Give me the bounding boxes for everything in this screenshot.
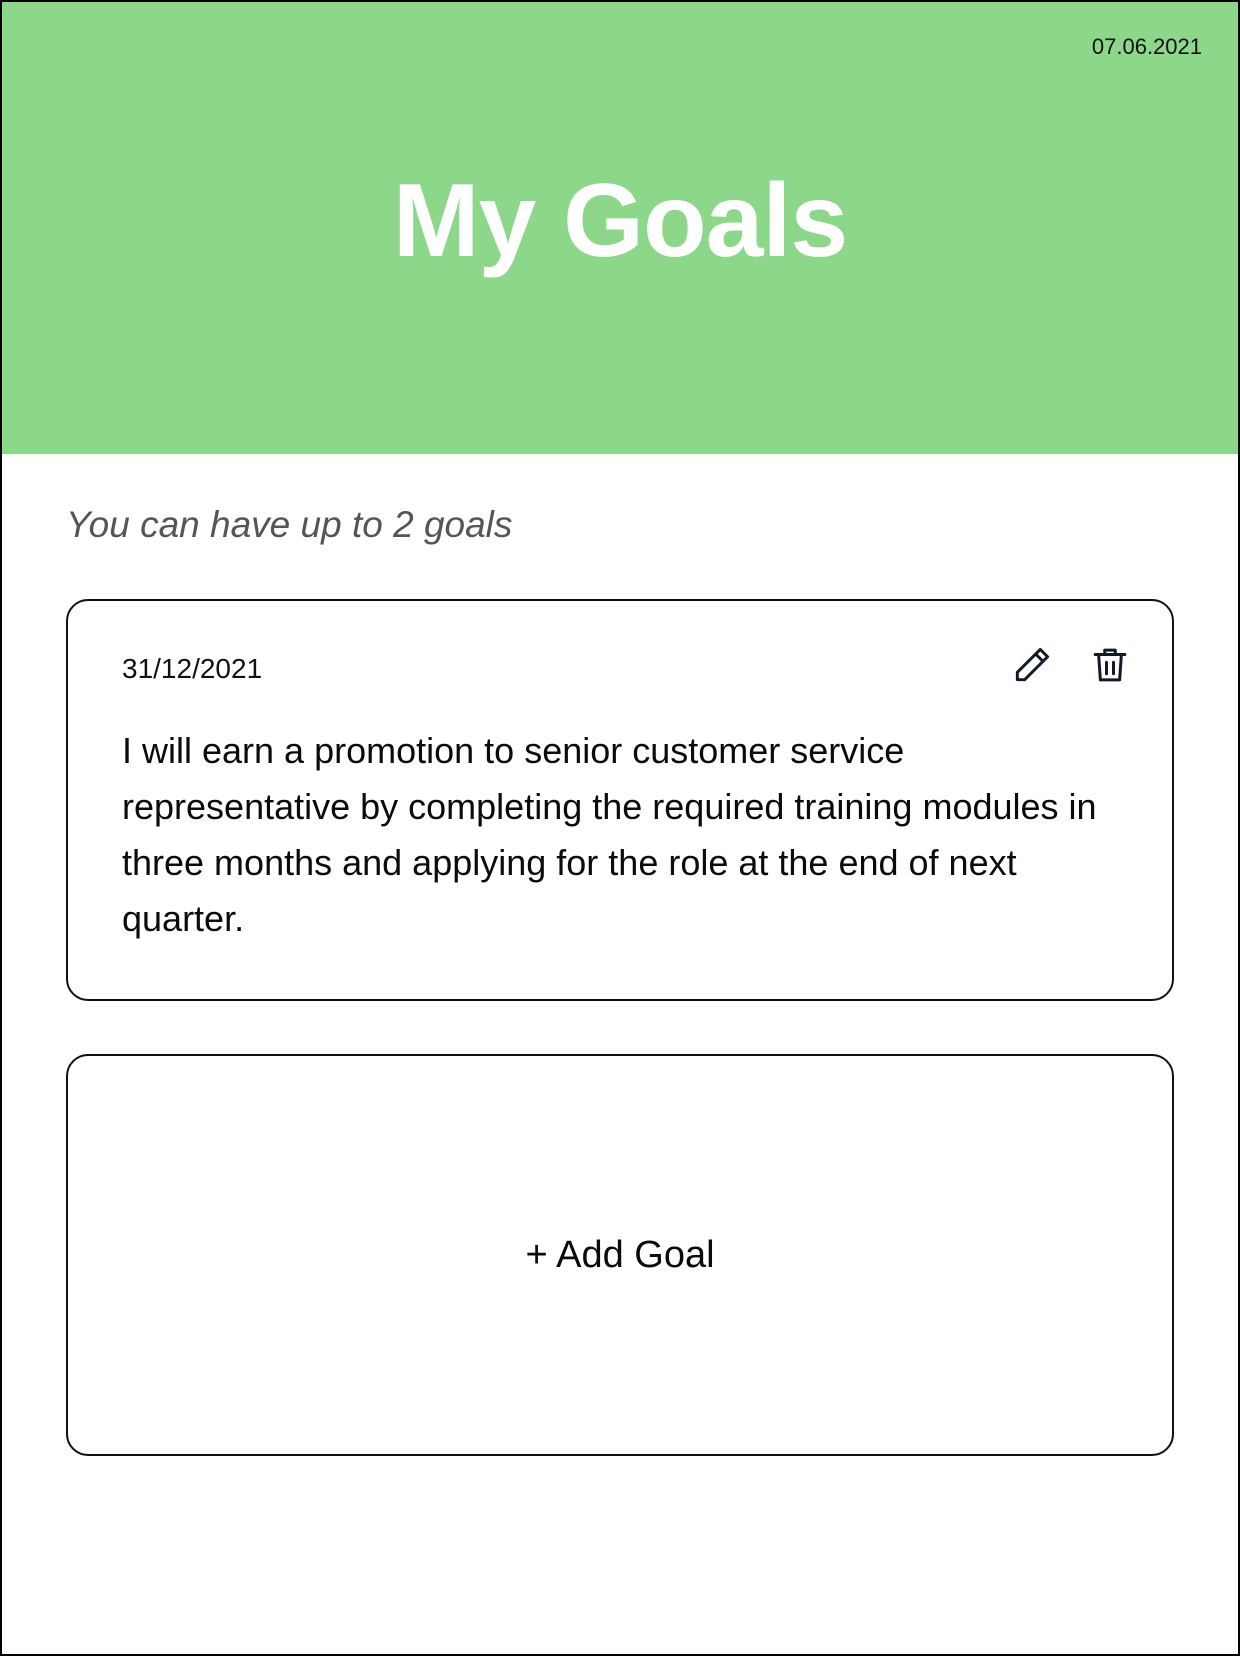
- pencil-icon: [1015, 647, 1050, 682]
- goal-card: 31/12/2021 I will earn a promotion to se…: [66, 599, 1174, 1001]
- current-date: 07.06.2021: [1091, 34, 1202, 59]
- edit-goal-button[interactable]: [1008, 641, 1056, 689]
- app-screen: 07.06.2021 My Goals You can have up to 2…: [0, 0, 1240, 1656]
- trash-icon: [1093, 648, 1127, 682]
- add-goal-label: + Add Goal: [525, 1233, 715, 1276]
- page-title: My Goals: [392, 163, 848, 279]
- header-banner: 07.06.2021 My Goals: [2, 2, 1238, 454]
- goal-limit-hint: You can have up to 2 goals: [66, 504, 513, 545]
- add-goal-button[interactable]: + Add Goal: [66, 1054, 1174, 1456]
- goal-description: I will earn a promotion to senior custom…: [122, 730, 1097, 939]
- delete-goal-button[interactable]: [1086, 641, 1134, 689]
- goal-due-date: 31/12/2021: [122, 653, 263, 684]
